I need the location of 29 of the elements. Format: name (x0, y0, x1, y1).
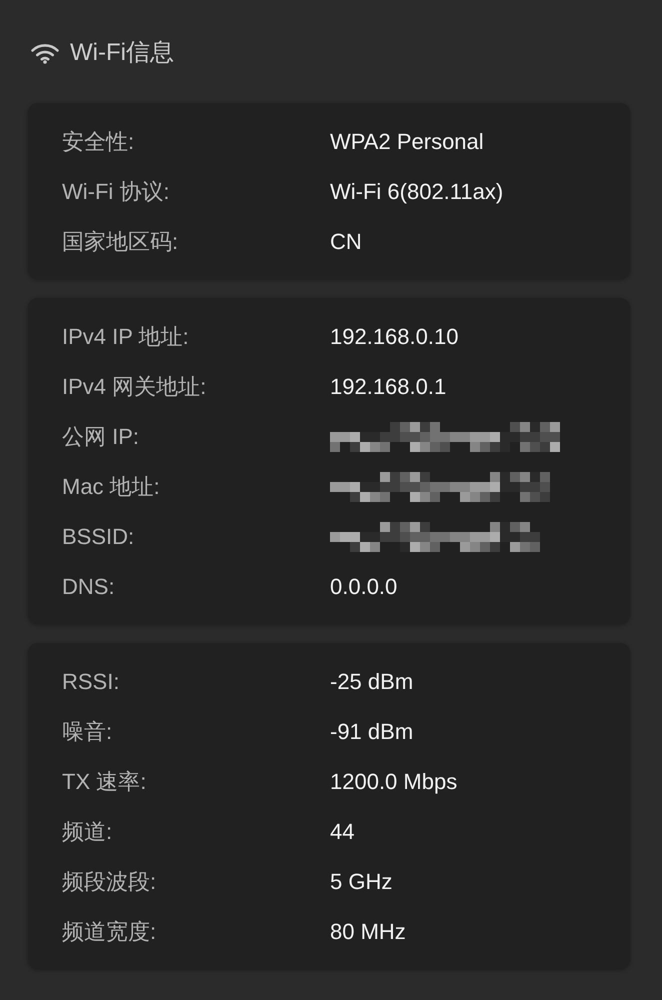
panel-title: Wi-Fi信息 (70, 38, 174, 68)
row-value: 80 MHz (330, 919, 406, 945)
row-label: 频道宽度: (62, 918, 156, 946)
row-label: BSSID: (62, 524, 134, 550)
row-label: RSSI: (62, 669, 120, 695)
row-label: IPv4 IP 地址: (62, 323, 189, 351)
row-label: 公网 IP: (62, 423, 140, 451)
row-value: CN (330, 229, 362, 255)
wifi-icon (30, 42, 60, 64)
row-label: DNS: (62, 574, 115, 600)
row-value: 192.168.0.1 (330, 374, 446, 400)
row-label: IPv4 网关地址: (62, 373, 206, 401)
row-value: -25 dBm (330, 669, 414, 695)
row-label: 频道: (62, 818, 112, 846)
row-label: Wi-Fi 协议: (62, 178, 170, 206)
row-value: 1200.0 Mbps (330, 769, 458, 795)
row-value: 44 (330, 819, 354, 845)
row-label: 频段波段: (62, 868, 156, 896)
row-value: Wi-Fi 6(802.11ax) (330, 179, 504, 205)
row-value: 0.0.0.0 (330, 574, 398, 600)
row-value: 192.168.0.10 (330, 324, 458, 350)
row-label: 安全性: (62, 128, 134, 156)
row-value: 5 GHz (330, 869, 392, 895)
row-label: 噪音: (62, 718, 112, 746)
row-label: Mac 地址: (62, 473, 160, 501)
row-label: TX 速率: (62, 768, 146, 796)
row-value: -91 dBm (330, 719, 414, 745)
row-value: WPA2 Personal (330, 129, 484, 155)
row-label: 国家地区码: (62, 228, 178, 256)
